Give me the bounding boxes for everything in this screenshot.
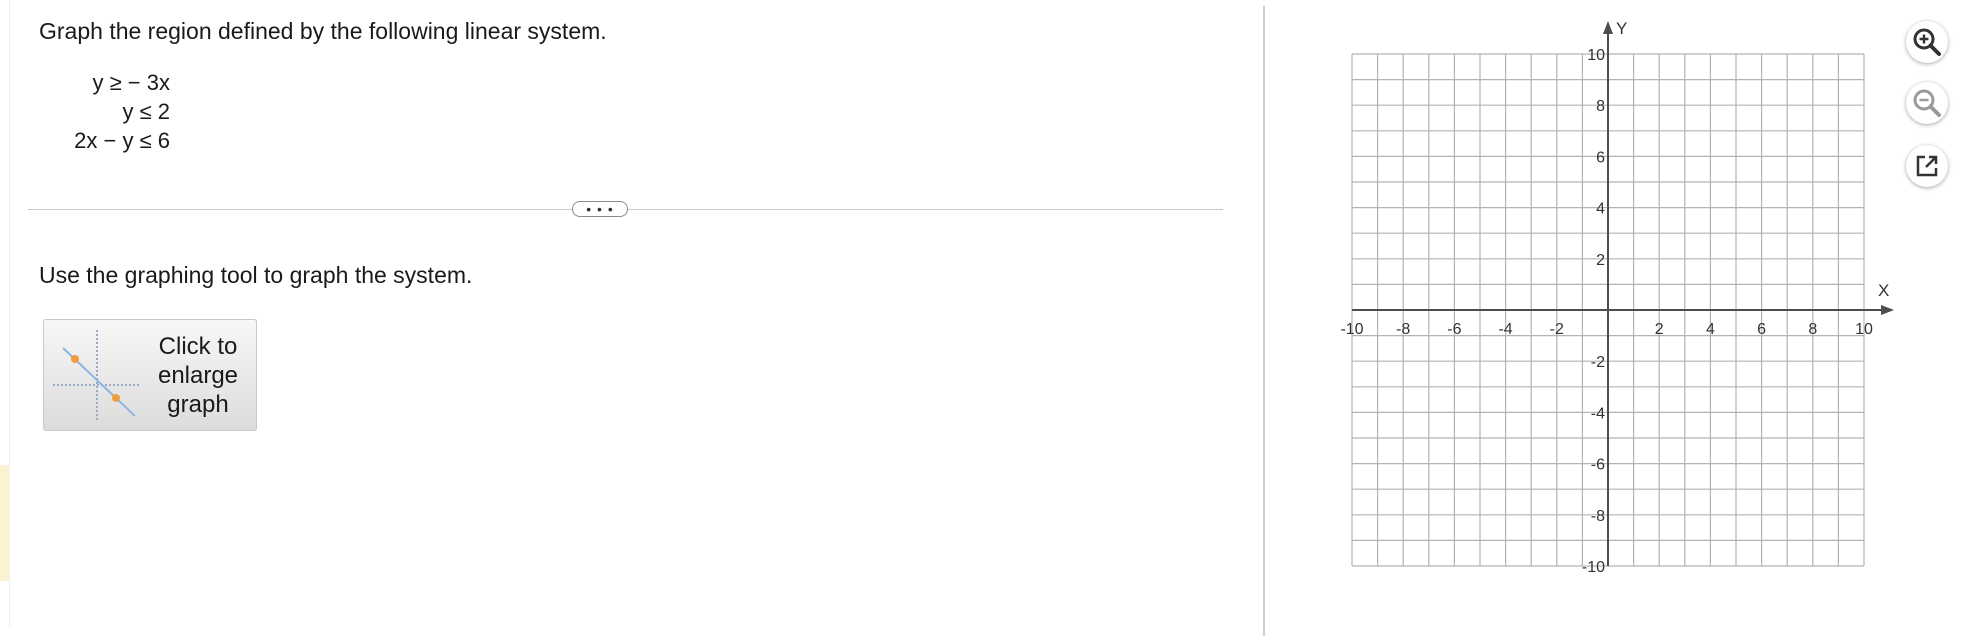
x-tick-label: 6 xyxy=(1757,321,1766,338)
enlarge-graph-label: Click to enlarge graph xyxy=(157,333,239,418)
external-link-icon xyxy=(1916,155,1938,177)
question-highlight-bar xyxy=(0,465,9,581)
zoom-in-icon xyxy=(1913,28,1941,56)
x-tick-label: 8 xyxy=(1808,321,1817,338)
x-tick-label: -8 xyxy=(1396,321,1410,338)
x-tick-label: -2 xyxy=(1550,321,1564,338)
question-title: Graph the region defined by the followin… xyxy=(39,18,607,44)
x-tick-label: 10 xyxy=(1855,321,1873,338)
y-tick-label: 2 xyxy=(1596,252,1605,269)
x-tick-label: -6 xyxy=(1447,321,1461,338)
y-tick-label: 10 xyxy=(1587,47,1605,64)
y-tick-label: -10 xyxy=(1582,559,1605,576)
x-tick-label: -4 xyxy=(1498,321,1512,338)
y-tick-label: -8 xyxy=(1591,508,1605,525)
left-edge-line xyxy=(9,0,10,628)
zoom-in-button[interactable] xyxy=(1906,21,1948,63)
pop-out-button[interactable] xyxy=(1906,145,1948,187)
y-axis-label: Y xyxy=(1616,19,1627,38)
y-tick-label: 6 xyxy=(1596,149,1605,166)
y-tick-label: 8 xyxy=(1596,98,1605,115)
zoom-out-button[interactable] xyxy=(1906,82,1948,124)
y-tick-label: 4 xyxy=(1596,201,1605,218)
inequality-1: y ≥ − 3x xyxy=(92,70,171,95)
panel-divider xyxy=(1263,6,1265,636)
x-tick-label: 4 xyxy=(1706,321,1715,338)
instruction-text: Use the graphing tool to graph the syste… xyxy=(39,262,473,288)
x-axis-arrow xyxy=(1881,305,1894,315)
y-axis-arrow xyxy=(1603,21,1613,34)
inequality-3: 2x − y ≤ 6 xyxy=(74,128,170,153)
enlarge-graph-button[interactable]: Click to enlarge graph xyxy=(43,319,257,431)
x-axis-label: X xyxy=(1878,281,1889,300)
zoom-out-icon xyxy=(1913,89,1941,117)
y-tick-label: -6 xyxy=(1591,457,1605,474)
coordinate-graph[interactable]: X Y -10 -8 -6 -4 -2 2 4 6 8 10 10 8 6 4 2 -2 -4 -6 -8 -10 xyxy=(1330,15,1900,585)
show-more-button[interactable]: • • • xyxy=(572,201,628,217)
y-tick-label: -4 xyxy=(1591,405,1605,422)
inequality-2: y ≤ 2 xyxy=(122,99,170,124)
graph-thumbnail-icon xyxy=(53,330,141,420)
y-tick-label: -2 xyxy=(1591,354,1605,371)
x-tick-label: -10 xyxy=(1340,321,1363,338)
x-tick-label: 2 xyxy=(1655,321,1664,338)
